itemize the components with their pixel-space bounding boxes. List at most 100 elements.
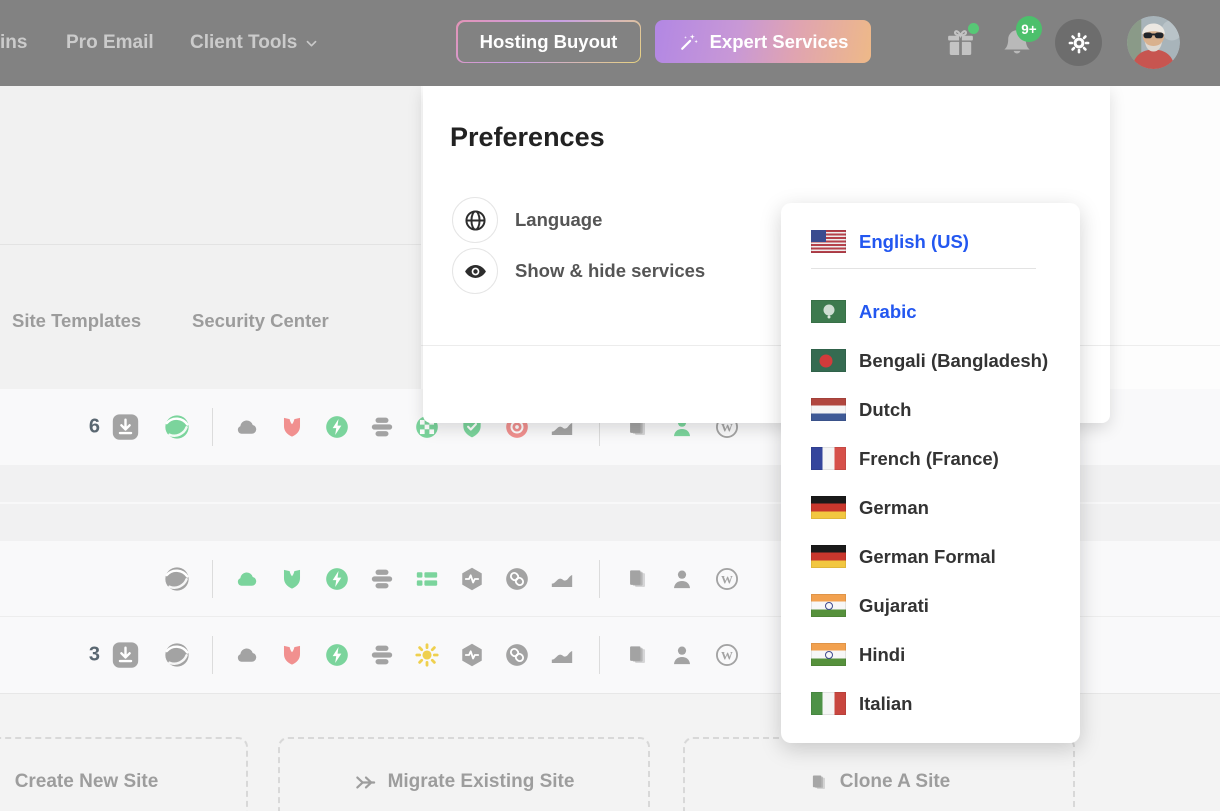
copy-icon[interactable] [624,642,650,668]
language-option[interactable]: Gujarati [781,581,1080,630]
language-option-label: English (US) [859,231,969,253]
language-option[interactable]: Hindi [781,630,1080,679]
language-option-label: Hindi [859,644,905,666]
bolt-icon[interactable] [324,566,350,592]
in-flag-icon [811,594,846,617]
site-logo-icon[interactable] [163,565,191,593]
person-icon[interactable] [669,642,695,668]
app-root: Site Templates Security Center 6W W 3W C… [0,0,1220,811]
in-flag-icon [811,643,846,666]
chart-icon[interactable] [549,566,575,592]
layers-icon[interactable] [369,642,395,668]
preferences-item-label: Show & hide services [515,260,705,282]
layers-icon[interactable] [369,566,395,592]
language-option-label: Arabic [859,301,917,323]
section-divider [0,244,421,245]
divider [584,560,614,598]
settings-button[interactable] [1055,19,1102,66]
cloud-icon[interactable] [234,566,260,592]
expert-services-label: Expert Services [710,31,849,53]
language-option[interactable]: German [781,483,1080,532]
language-option-label: Dutch [859,399,911,421]
language-option-label: French (France) [859,448,999,470]
layers-icon[interactable] [369,414,395,440]
sun-icon[interactable] [414,642,440,668]
sa-flag-icon [811,300,846,323]
server-icon[interactable] [414,566,440,592]
create-new-site-button[interactable]: Create New Site [0,737,248,811]
preferences-item-show-hide-services[interactable]: Show & hide services [452,248,705,294]
nav-item-label: Client Tools [190,32,297,54]
shield-icon[interactable] [279,414,305,440]
site-logo-icon[interactable] [163,413,191,441]
language-option[interactable]: Arabic [781,287,1080,336]
nav-item-client-tools[interactable]: Client Tools [190,0,319,86]
divider [212,636,213,674]
divider [212,408,213,446]
tab-site-templates[interactable]: Site Templates [12,299,141,343]
bolt-icon[interactable] [324,414,350,440]
cloud-icon[interactable] [234,414,260,440]
shield-icon[interactable] [279,642,305,668]
it-flag-icon [811,692,846,715]
cloud-icon[interactable] [234,642,260,668]
magic-wand-icon [678,31,700,53]
rewards-button[interactable] [942,25,978,61]
chart-icon[interactable] [549,642,575,668]
top-navbar: ins Pro Email Client Tools Hosting Buyou… [0,0,1220,86]
page-title: Preferences [450,122,605,153]
language-option[interactable]: English (US) [781,217,1080,266]
divider [212,560,213,598]
left-panel-background [0,86,421,389]
updates-count: 3 [76,644,100,667]
download-icon[interactable] [111,641,140,670]
wordpress-icon[interactable]: W [714,642,740,668]
language-options-list: English (US) Arabic Bengali (Bangladesh) Du… [781,217,1080,728]
hexpulse-icon[interactable] [459,642,485,668]
language-option[interactable]: French (France) [781,434,1080,483]
language-option[interactable]: Italian [781,679,1080,728]
divider [584,636,614,674]
hosting-buyout-label: Hosting Buyout [458,22,640,62]
person-icon[interactable] [669,566,695,592]
wordpress-icon[interactable]: W [714,566,740,592]
nav-item-domains[interactable]: ins [0,0,27,86]
user-avatar[interactable] [1127,16,1180,69]
nav-item-pro-email[interactable]: Pro Email [66,0,154,86]
site-logo-icon[interactable] [163,641,191,669]
clone-a-site-label: Clone A Site [840,771,951,793]
expert-services-button[interactable]: Expert Services [655,20,871,63]
language-dropdown-menu: English (US) Arabic Bengali (Bangladesh) Du… [781,203,1080,743]
bolt-icon[interactable] [324,642,350,668]
updates-count: 6 [76,416,100,439]
notifications-badge: 9+ [1016,16,1042,42]
hosting-buyout-button[interactable]: Hosting Buyout [456,20,641,63]
copy-icon[interactable] [624,566,650,592]
us-flag-icon [811,230,846,253]
svg-text:W: W [721,572,733,586]
language-option-label: Gujarati [859,595,929,617]
download-icon[interactable] [111,413,140,442]
link-icon[interactable] [504,642,530,668]
migrate-existing-site-button[interactable]: Migrate Existing Site [278,737,650,811]
link-icon[interactable] [504,566,530,592]
language-option[interactable]: Dutch [781,385,1080,434]
language-option[interactable]: German Formal [781,532,1080,581]
de-flag-icon [811,545,846,568]
bd-flag-icon [811,349,846,372]
migrate-arrow-icon [354,771,377,794]
clone-a-site-button[interactable]: Clone A Site [683,737,1075,811]
create-new-site-label: Create New Site [15,771,159,793]
preferences-item-label: Language [515,209,602,231]
language-option-label: Bengali (Bangladesh) [859,350,1048,372]
chevron-down-icon [304,36,319,51]
tab-security-center[interactable]: Security Center [192,299,329,343]
shield-icon[interactable] [279,566,305,592]
preferences-item-language[interactable]: Language [452,197,602,243]
divider [811,268,1036,269]
fr-flag-icon [811,447,846,470]
hexpulse-icon[interactable] [459,566,485,592]
gift-notification-dot [968,23,979,34]
language-option[interactable]: Bengali (Bangladesh) [781,336,1080,385]
eye-icon [452,248,498,294]
